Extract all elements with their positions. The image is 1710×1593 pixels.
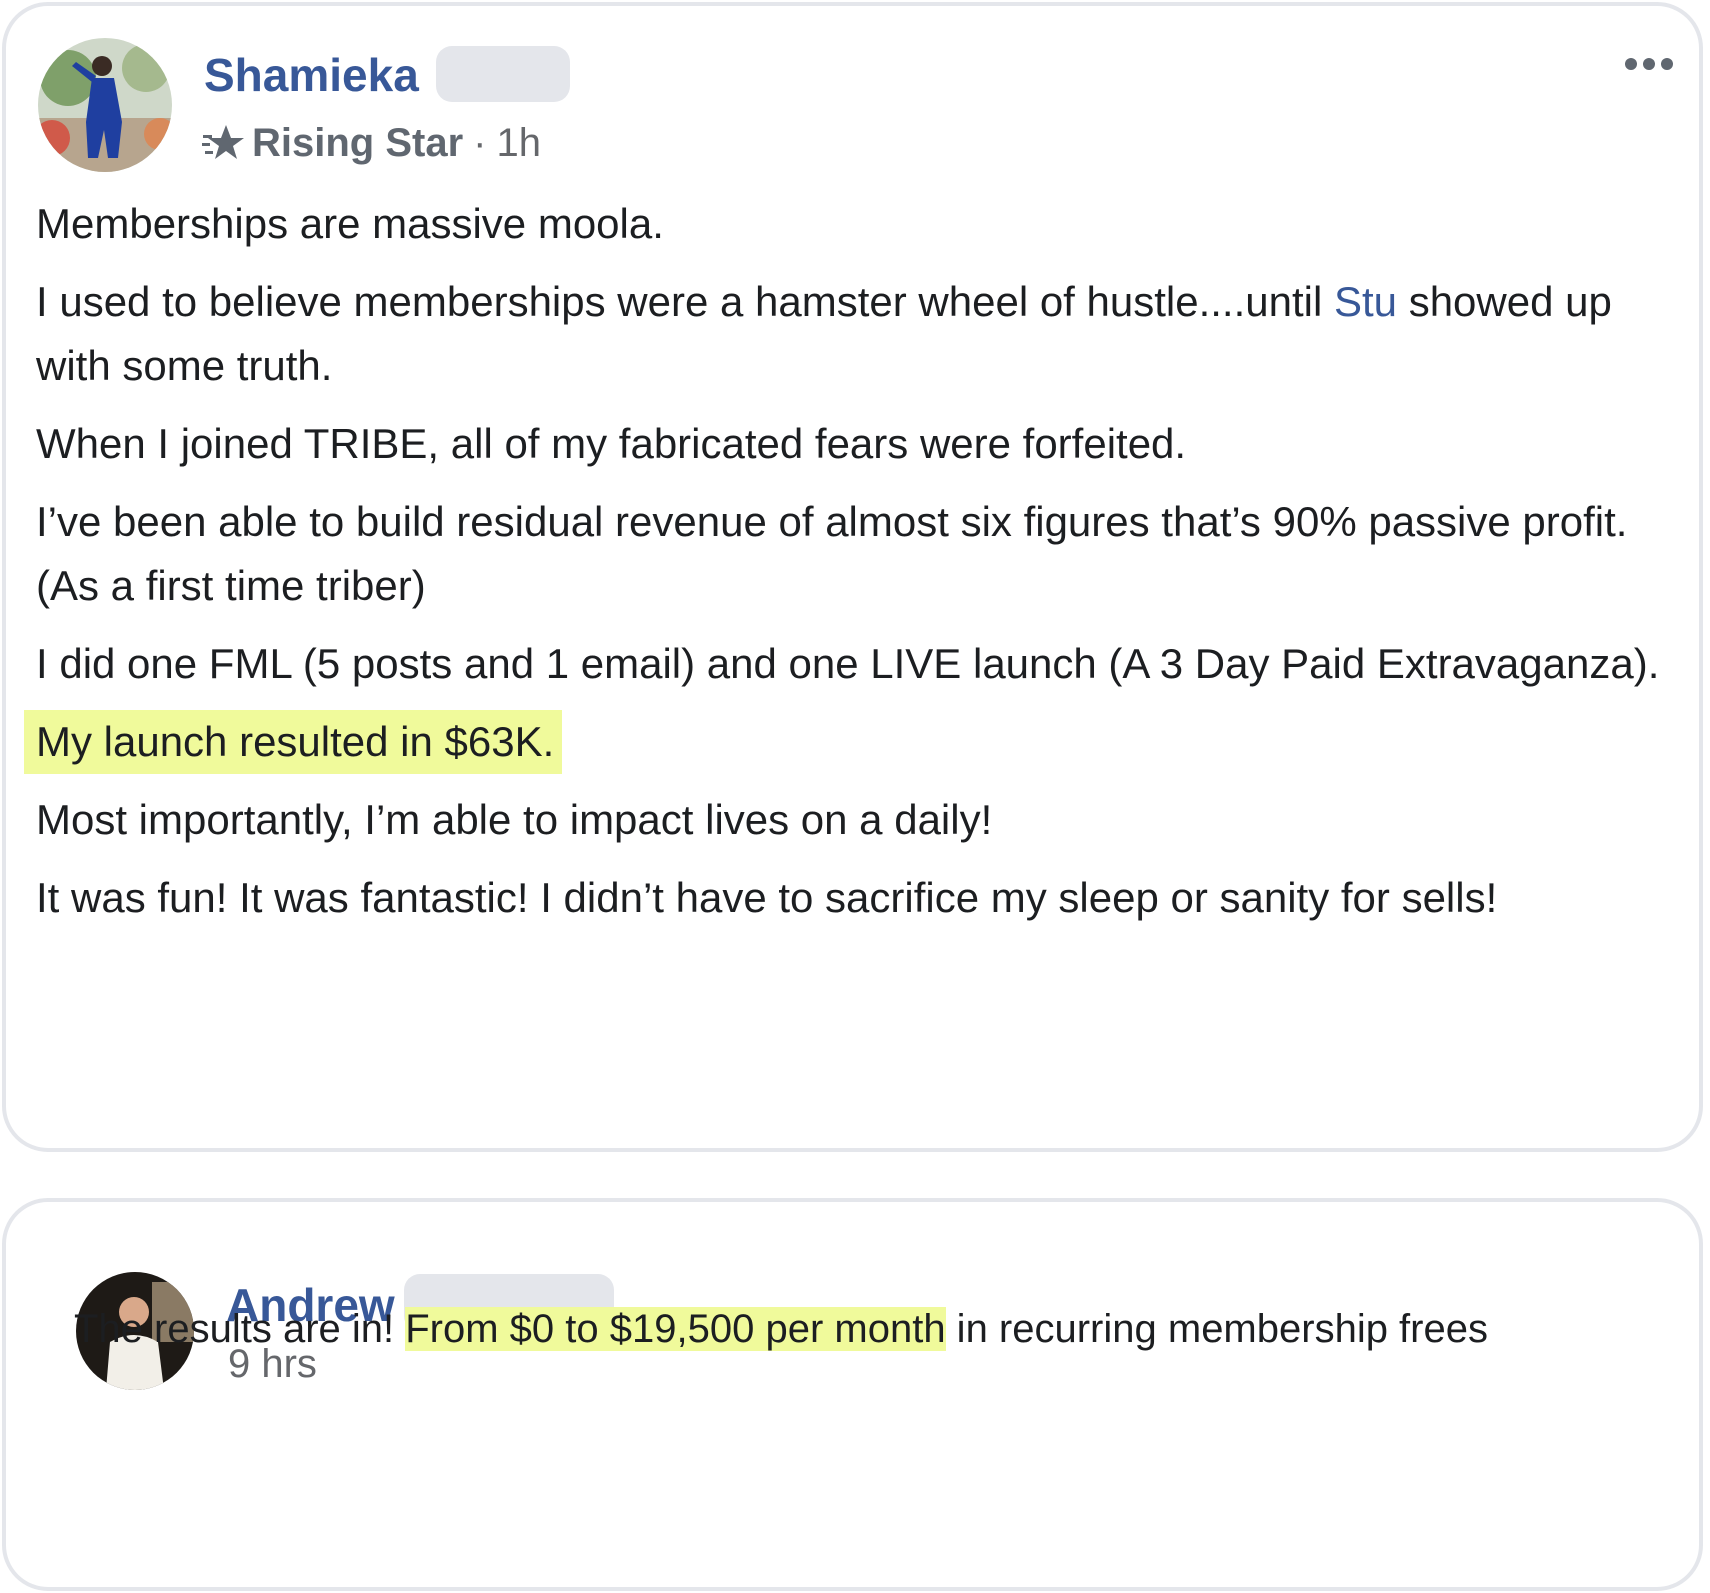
author-avatar[interactable]: [38, 38, 172, 172]
redacted-surname: [436, 46, 570, 102]
post-paragraph: Memberships are massive moola.: [36, 200, 664, 247]
comment-body: The results are in! From $0 to $19,500 p…: [74, 1302, 1634, 1356]
post-paragraph: When I joined TRIBE, all of my fabricate…: [36, 420, 1187, 467]
dot: [1625, 58, 1637, 70]
comment-text: in recurring membership frees: [945, 1307, 1488, 1351]
post-paragraph: My launch resulted in $63K.: [24, 710, 1676, 774]
comment-paragraph: The results are in! From $0 to $19,500 p…: [74, 1302, 1634, 1356]
highlighted-text: My launch resulted in $63K.: [24, 710, 563, 774]
post-body: Memberships are massive moola. I used to…: [24, 192, 1676, 944]
post-timestamp[interactable]: 1h: [496, 123, 541, 163]
comment-text: The results are in!: [74, 1307, 406, 1351]
more-options-icon[interactable]: [1625, 58, 1673, 70]
dot: [1661, 58, 1673, 70]
highlighted-text: From $0 to $19,500 per month: [405, 1307, 946, 1351]
post-paragraph: It was fun! It was fantastic! I didn’t h…: [36, 874, 1498, 921]
post-paragraph: I used to believe memberships were a ham…: [36, 270, 1676, 398]
comment-card: [2, 1198, 1703, 1591]
author-name[interactable]: Shamieka: [204, 52, 419, 98]
post-paragraph: Most importantly, I’m able to impact liv…: [36, 796, 993, 843]
rising-star-icon: [202, 125, 244, 159]
post-paragraph: I’ve been able to build residual revenue…: [36, 498, 1628, 609]
dot: [1643, 58, 1655, 70]
meta-separator: ·: [473, 121, 487, 165]
mention-link[interactable]: Stu: [1334, 278, 1397, 325]
post-meta: Rising Star · 1h: [202, 121, 541, 165]
badge-label[interactable]: Rising Star: [252, 123, 463, 163]
paragraph-text: I used to believe memberships were a ham…: [36, 278, 1334, 325]
post-paragraph: I did one FML (5 posts and 1 email) and …: [36, 640, 1660, 687]
